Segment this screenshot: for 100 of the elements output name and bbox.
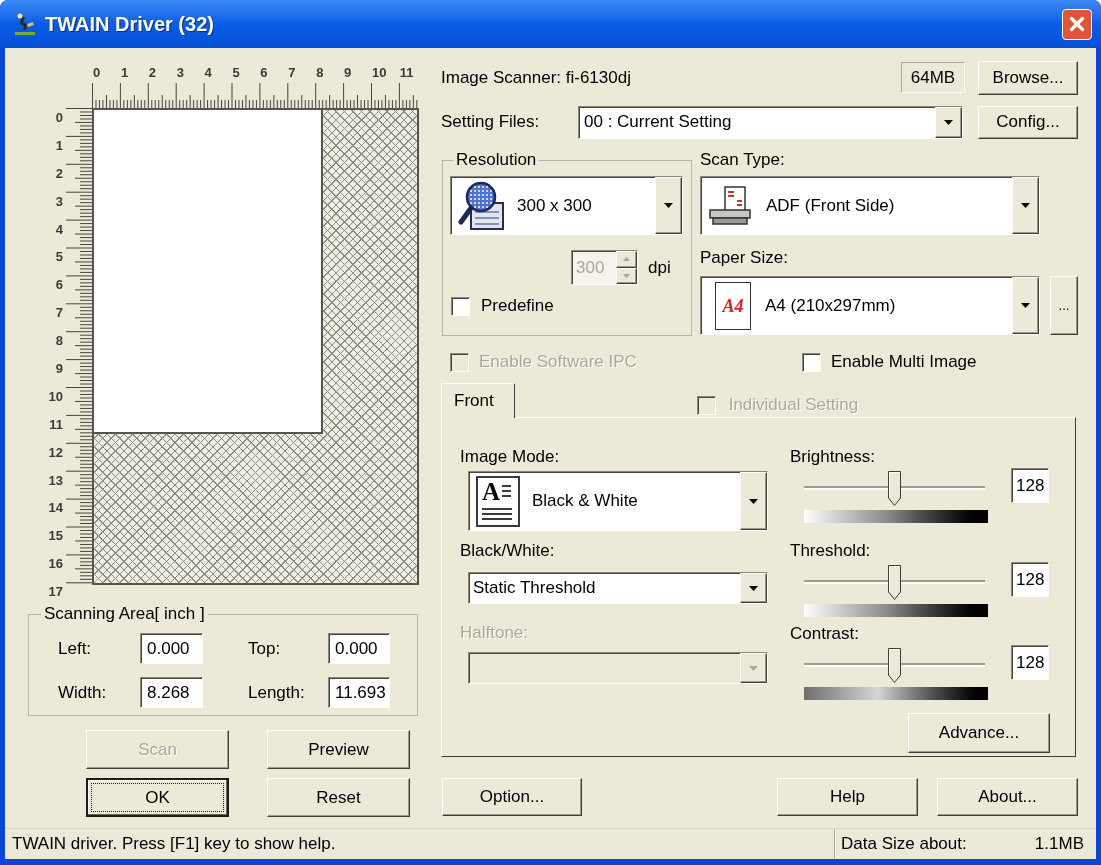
scanner-icon <box>708 184 752 227</box>
field-label: Black/White: <box>460 541 555 561</box>
slider-track[interactable] <box>804 471 985 506</box>
ruler-number: 7 <box>288 65 296 80</box>
ruler-number: 7 <box>55 306 63 321</box>
help-button[interactable]: Help <box>777 778 918 816</box>
reset-button[interactable]: Reset <box>267 778 410 817</box>
caret-up-icon <box>623 257 630 262</box>
ruler-number: 0 <box>55 111 63 125</box>
slider-thumb[interactable] <box>888 565 901 600</box>
caret-down-icon <box>1021 203 1030 208</box>
value-field[interactable]: 128 <box>1011 645 1049 680</box>
caret-down-icon <box>944 119 953 125</box>
figure-icon <box>13 12 37 36</box>
paper-icon: A4 <box>715 281 751 330</box>
field-label: Paper Size: <box>700 248 788 268</box>
ruler-number: 4 <box>55 222 63 237</box>
field-label: Width: <box>58 682 107 702</box>
field-label: Setting Files: <box>441 112 540 131</box>
field-label: Top: <box>248 638 281 658</box>
checkbox-label: Individual Setting <box>728 395 859 415</box>
preview-area[interactable] <box>92 108 419 585</box>
config-button[interactable]: Config... <box>978 105 1078 139</box>
checkbox-label: Enable Software IPC <box>479 352 637 372</box>
scanner-label: Image Scanner: fi-6130dj <box>441 67 631 88</box>
slider-thumb[interactable] <box>888 648 901 683</box>
slider-track[interactable] <box>804 565 985 600</box>
caret-down-icon <box>623 273 630 278</box>
slider-label: Threshold: <box>790 541 871 561</box>
ruler-number: 3 <box>176 65 184 80</box>
field-label: Scan Type: <box>700 150 785 170</box>
slider-label: Brightness: <box>790 447 876 467</box>
input-field[interactable]: 0.000 <box>328 633 390 664</box>
input-field[interactable]: 0.000 <box>140 633 203 664</box>
ok-button[interactable]: OK <box>86 778 229 817</box>
threshold-method-dropdown[interactable]: Static Threshold <box>468 572 768 604</box>
browse-button[interactable]: Browse... <box>978 60 1078 95</box>
status-message: TWAIN driver. Press [F1] key to show help. <box>12 834 336 854</box>
ruler-number: 5 <box>55 250 63 265</box>
document-icon: A <box>476 475 520 527</box>
ruler-number: 6 <box>55 278 63 293</box>
ruler-number: 2 <box>148 65 156 80</box>
slider-track[interactable] <box>804 648 985 683</box>
tab[interactable]: Front <box>441 383 515 418</box>
advance-button[interactable]: Advance... <box>908 713 1050 753</box>
slider-thumb[interactable] <box>888 471 901 506</box>
ruler-number: 9 <box>344 65 352 80</box>
image-mode-dropdown[interactable]: A Black & White <box>468 471 768 531</box>
ruler-number: 14 <box>48 501 63 516</box>
ruler-number: 11 <box>399 65 414 80</box>
data-size-value: 1.1MB <box>1034 834 1084 854</box>
checkbox-label: Predefine <box>481 296 554 316</box>
caret-down-icon <box>749 498 758 504</box>
group-title: Resolution <box>455 150 538 170</box>
ruler-number: 0 <box>93 65 101 80</box>
ruler-number: 1 <box>120 65 129 80</box>
about-button[interactable]: About... <box>937 778 1078 816</box>
input-field[interactable]: 8.268 <box>140 677 203 708</box>
slider-label: Contrast: <box>790 624 859 644</box>
ruler-number: 4 <box>204 65 212 80</box>
option-button[interactable]: Option... <box>442 778 582 816</box>
caret-down-icon <box>749 585 758 591</box>
field-label: Halftone: <box>460 623 529 643</box>
ruler-number: 6 <box>260 65 268 80</box>
ruler-number: 3 <box>55 194 63 209</box>
ruler-number: 9 <box>55 362 63 376</box>
memory-indicator: 64MB <box>901 62 965 93</box>
checkbox[interactable] <box>451 296 470 316</box>
value-field[interactable]: 128 <box>1011 562 1049 597</box>
group-title: Scanning Area[ inch ] <box>43 604 206 624</box>
scan-type-dropdown[interactable]: ADF (Front Side) <box>700 176 1040 235</box>
ruler-number: 5 <box>232 65 240 80</box>
more-button[interactable]: ... <box>1050 276 1078 335</box>
ruler-number: 17 <box>48 585 63 600</box>
checkbox[interactable] <box>802 352 821 372</box>
ruler-number: 1 <box>55 138 63 153</box>
ruler-number: 2 <box>55 166 63 181</box>
field-label: Image Mode: <box>460 447 560 467</box>
resolution-dropdown[interactable]: 300 x 300 <box>450 176 683 235</box>
preview-button[interactable]: Preview <box>267 730 410 769</box>
caret-down-icon <box>664 203 673 208</box>
checkbox-label: Enable Multi Image <box>831 352 977 372</box>
magnifier-icon <box>457 180 505 231</box>
status-label: Data Size about: <box>841 834 967 854</box>
paper-size-dropdown[interactable]: A4 A4 (210x297mm) <box>700 276 1040 335</box>
ruler-number: 13 <box>48 473 63 488</box>
caret-down-icon <box>1021 303 1030 308</box>
field-label: Left: <box>58 638 92 658</box>
ruler-number: 8 <box>316 65 324 80</box>
caret-down-icon <box>749 665 758 671</box>
input-field[interactable]: 11.693 <box>328 677 390 708</box>
unit-label: dpi <box>648 257 671 278</box>
ruler-number: 8 <box>55 334 63 349</box>
close-button[interactable] <box>1062 8 1092 40</box>
window-title: TWAIN Driver (32) <box>45 14 214 34</box>
setting-files-dropdown[interactable]: 00 : Current Setting <box>578 105 963 139</box>
value-field[interactable]: 128 <box>1011 468 1049 503</box>
ruler-number: 10 <box>371 65 387 80</box>
ruler-number: 12 <box>48 445 63 460</box>
ruler-number: 11 <box>49 417 63 432</box>
